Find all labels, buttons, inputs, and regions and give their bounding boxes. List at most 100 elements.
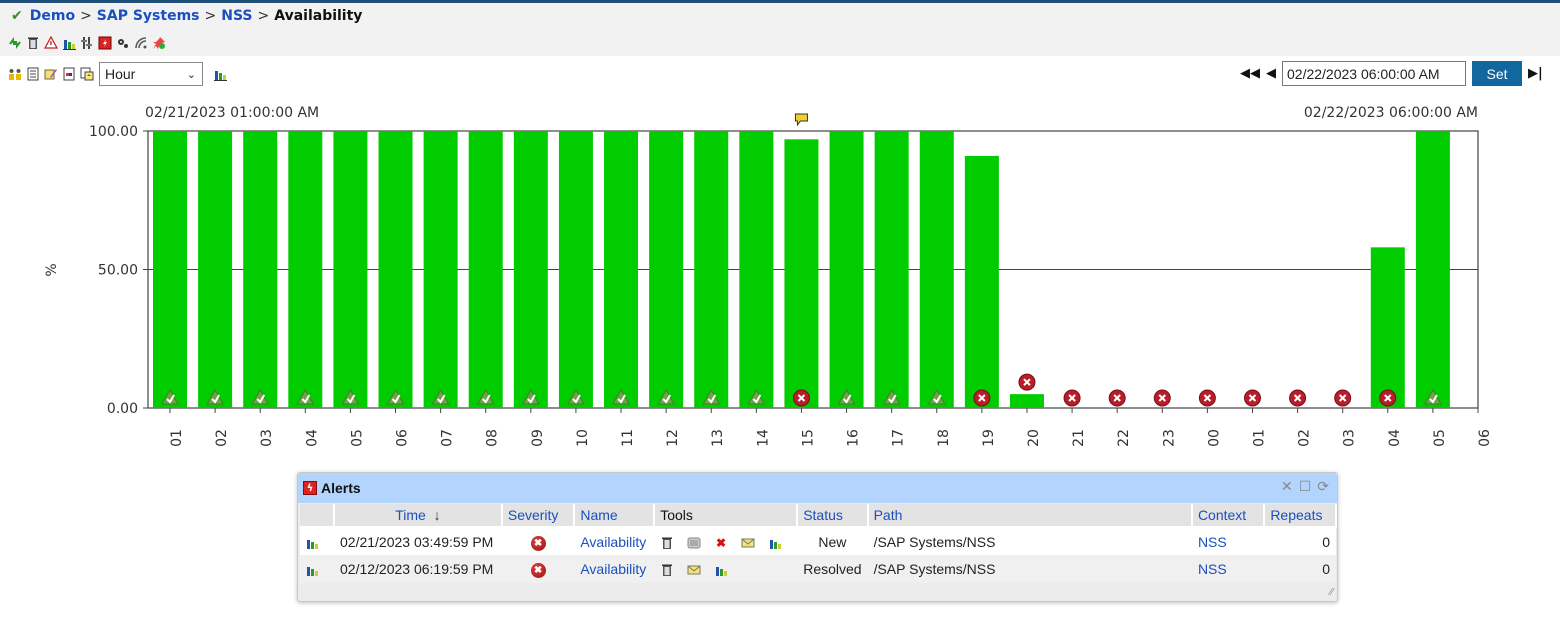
col-header-time[interactable]: Time ↓ xyxy=(334,504,503,528)
gears-icon[interactable] xyxy=(116,36,130,50)
document-icon[interactable] xyxy=(26,67,40,81)
alert-path: /SAP Systems/NSS xyxy=(867,527,1192,555)
report-icon[interactable] xyxy=(62,67,76,81)
alert-path: /SAP Systems/NSS xyxy=(867,555,1192,583)
trash-icon[interactable] xyxy=(26,36,40,50)
mail-icon[interactable] xyxy=(687,563,701,577)
bar xyxy=(558,131,593,408)
list-icon[interactable] xyxy=(687,536,701,550)
alert-row[interactable]: 02/12/2023 06:19:59 PM ✖ Availability Re… xyxy=(300,555,1336,583)
edit-icon[interactable] xyxy=(44,67,58,81)
alert-context-link[interactable]: NSS xyxy=(1191,527,1265,555)
group-icon[interactable] xyxy=(8,67,22,81)
tools-icon[interactable] xyxy=(80,36,94,50)
x-tick-label: 04 xyxy=(1387,429,1403,447)
export-icon[interactable] xyxy=(80,67,94,81)
chart-end-label: 02/22/2023 06:00:00 AM xyxy=(1304,105,1478,121)
col-header-repeats[interactable]: Repeats xyxy=(1264,504,1337,528)
alert-red-icon[interactable] xyxy=(98,36,112,50)
maximize-icon[interactable]: ☐ xyxy=(1299,479,1312,495)
x-tick-label: 12 xyxy=(665,429,681,447)
interval-select[interactable]: Hour ⌄ xyxy=(99,62,203,86)
alert-tools: ✖ xyxy=(654,527,798,555)
alert-status: Resolved xyxy=(797,555,868,583)
pin-icon[interactable] xyxy=(152,36,166,50)
x-tick-label: 01 xyxy=(1251,429,1267,447)
alert-repeats: 0 xyxy=(1264,527,1336,555)
alert-tools xyxy=(654,555,798,583)
date-input[interactable]: 02/22/2023 06:00:00 AM xyxy=(1282,61,1466,86)
alerts-table: Time ↓ Severity Name Tools Status Path C… xyxy=(300,504,1337,583)
interval-select-value: Hour xyxy=(105,66,136,82)
col-header-name[interactable]: Name xyxy=(574,504,656,528)
trash-icon[interactable] xyxy=(660,536,674,550)
chart-icon[interactable] xyxy=(62,36,76,50)
critical-status-icon xyxy=(1108,389,1126,407)
bar xyxy=(1009,394,1044,408)
bar xyxy=(964,155,999,408)
alert-name-link[interactable]: Availability xyxy=(574,555,655,583)
chart-icon[interactable] xyxy=(768,536,782,550)
bar xyxy=(423,131,458,408)
x-tick-label: 09 xyxy=(530,429,546,447)
x-tick-label: 22 xyxy=(1116,429,1132,447)
alert-repeats: 0 xyxy=(1264,555,1336,583)
col-header-status[interactable]: Status xyxy=(797,504,869,528)
col-header-context[interactable]: Context xyxy=(1191,504,1266,528)
x-tick-label: 01 xyxy=(169,429,185,447)
trash-icon[interactable] xyxy=(660,563,674,577)
critical-status-icon xyxy=(1018,373,1036,391)
col-header-path[interactable]: Path xyxy=(867,504,1193,528)
breadcrumb-nss[interactable]: NSS xyxy=(221,8,252,24)
resize-grip[interactable]: ⁄⁄ xyxy=(1330,587,1333,598)
bar xyxy=(333,131,368,408)
chart-icon[interactable] xyxy=(213,67,227,81)
rewind-icon[interactable]: ◀◀ xyxy=(1240,66,1260,81)
mail-icon[interactable] xyxy=(741,536,755,550)
bar xyxy=(739,131,774,408)
y-tick-label: 0.00 xyxy=(107,401,138,417)
close-icon[interactable]: ✕ xyxy=(1281,479,1293,495)
breadcrumb-sap-systems[interactable]: SAP Systems xyxy=(97,8,200,24)
signal-icon[interactable] xyxy=(134,36,148,50)
step-back-icon[interactable]: ◀ xyxy=(1266,66,1276,81)
x-tick-label: 02 xyxy=(1297,429,1313,447)
bar xyxy=(288,131,323,408)
x-tick-label: 00 xyxy=(1206,429,1222,447)
note-icon xyxy=(794,113,808,127)
col-header-tools: Tools xyxy=(654,504,799,528)
critical-status-icon xyxy=(1379,389,1397,407)
x-tick-label: 23 xyxy=(1161,429,1177,447)
bar xyxy=(468,131,503,408)
x-tick-label: 20 xyxy=(1026,429,1042,447)
breadcrumb-demo[interactable]: Demo xyxy=(30,8,75,24)
critical-status-icon xyxy=(1198,389,1216,407)
alert-name-link[interactable]: Availability xyxy=(574,527,655,555)
critical-severity-icon: ✖ xyxy=(530,563,546,578)
x-tick-label: 21 xyxy=(1071,429,1087,447)
alert-settings-icon[interactable] xyxy=(44,36,58,50)
alerts-panel: ϟ Alerts ✕ ☐ ⟳ Time ↓ Severity Name Tool… xyxy=(297,472,1338,602)
row-chart-icon-cell[interactable] xyxy=(300,555,334,583)
x-tick-label: 08 xyxy=(485,429,501,447)
x-tick-label: 10 xyxy=(575,429,591,447)
chart-icon[interactable] xyxy=(714,563,728,577)
set-button[interactable]: Set xyxy=(1472,61,1522,86)
chart-icon[interactable] xyxy=(305,563,319,577)
y-tick-label: 100.00 xyxy=(89,124,138,140)
close-x-icon[interactable]: ✖ xyxy=(714,536,728,550)
col-header-severity[interactable]: Severity xyxy=(501,504,576,528)
chart-icon[interactable] xyxy=(305,536,319,550)
bar xyxy=(694,131,729,408)
refresh-icon[interactable]: ⟳ xyxy=(1317,479,1329,495)
alert-row[interactable]: 02/21/2023 03:49:59 PM ✖ Availability ✖ … xyxy=(300,527,1336,555)
refresh-icon[interactable] xyxy=(8,36,22,50)
row-chart-icon-cell[interactable] xyxy=(300,527,334,555)
bar xyxy=(243,131,278,408)
alert-severity: ✖ xyxy=(501,527,575,555)
col-time-label: Time xyxy=(395,507,426,523)
alert-context-link[interactable]: NSS xyxy=(1191,555,1265,583)
critical-status-icon xyxy=(1334,389,1352,407)
critical-status-icon xyxy=(1289,389,1307,407)
skip-to-end-icon[interactable]: ▶| xyxy=(1528,66,1543,81)
